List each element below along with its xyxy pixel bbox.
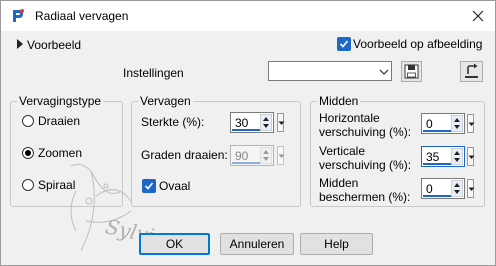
spinner-arrows-icon[interactable] <box>450 147 464 166</box>
chevron-down-icon <box>379 66 389 80</box>
verticale-label-line1: Verticale <box>319 144 366 158</box>
focus-underline <box>423 163 451 165</box>
horizontale-label-line1: Horizontale <box>319 111 380 125</box>
horizontale-label-line2: verschuiving (%): <box>319 125 412 139</box>
spinner-arrows-icon[interactable] <box>259 146 273 165</box>
help-button[interactable]: Help <box>300 233 373 255</box>
midden-legend: Midden <box>317 94 361 108</box>
verticale-label-line2: verschuiving (%): <box>319 158 412 172</box>
sterkte-value: 30 <box>235 116 249 130</box>
title-bar: Radiaal vervagen <box>1 1 495 31</box>
settings-preset-select[interactable] <box>268 61 392 81</box>
close-icon[interactable] <box>467 5 489 27</box>
radio-draaien[interactable] <box>22 115 34 127</box>
sterkte-label: Sterkte (%): <box>141 115 205 129</box>
reset-defaults-button[interactable] <box>460 61 483 82</box>
spinner-arrows-icon[interactable] <box>450 114 464 133</box>
focus-underline <box>232 162 260 164</box>
radial-blur-dialog: Radiaal vervagen Voorbeeld Voorbeeld op … <box>0 0 496 266</box>
spinner-arrows-icon[interactable] <box>259 113 273 132</box>
beschermen-dropdown-button[interactable] <box>467 179 475 198</box>
settings-label: Instellingen <box>123 66 184 80</box>
focus-underline <box>423 195 451 197</box>
radio-spiraal[interactable] <box>22 179 34 191</box>
focus-underline <box>423 130 451 132</box>
horizontale-value: 0 <box>426 117 433 131</box>
horizontale-dropdown-button[interactable] <box>467 114 475 133</box>
ok-button[interactable]: OK <box>139 233 210 255</box>
graden-spinner[interactable]: 90 <box>230 145 274 166</box>
graden-dropdown-button[interactable] <box>277 146 285 165</box>
dialog-title: Radiaal vervagen <box>35 9 129 23</box>
vervagingstype-legend: Vervagingstype <box>17 94 104 108</box>
midden-group: Midden Horizontale verschuiving (%): 0 V… <box>310 94 485 207</box>
app-icon <box>10 8 26 24</box>
verticale-dropdown-button[interactable] <box>467 147 475 166</box>
preview-on-image-label: Voorbeeld op afbeelding <box>353 37 483 51</box>
focus-underline <box>232 129 260 131</box>
horizontale-spinner[interactable]: 0 <box>421 113 465 134</box>
chevron-right-icon <box>15 38 25 50</box>
save-preset-button[interactable] <box>401 61 422 82</box>
preview-on-image-checkbox[interactable] <box>337 37 351 51</box>
verticale-spinner[interactable]: 35 <box>421 146 465 167</box>
sterkte-spinner[interactable]: 30 <box>230 112 274 133</box>
graden-value: 90 <box>235 149 249 163</box>
beschermen-spinner[interactable]: 0 <box>421 178 465 199</box>
beschermen-label-line2: beschermen (%): <box>319 190 411 204</box>
verticale-value: 35 <box>426 150 440 164</box>
radio-draaien-label: Draaien <box>38 114 81 128</box>
beschermen-value: 0 <box>426 182 433 196</box>
spinner-arrows-icon[interactable] <box>450 179 464 198</box>
sterkte-dropdown-button[interactable] <box>277 113 285 132</box>
cancel-button[interactable]: Annuleren <box>220 233 294 255</box>
beschermen-label-line1: Midden <box>319 176 359 190</box>
radio-zoomen[interactable] <box>22 147 34 159</box>
preview-toggle-label: Voorbeeld <box>27 38 82 52</box>
vervagen-legend: Vervagen <box>138 94 193 108</box>
